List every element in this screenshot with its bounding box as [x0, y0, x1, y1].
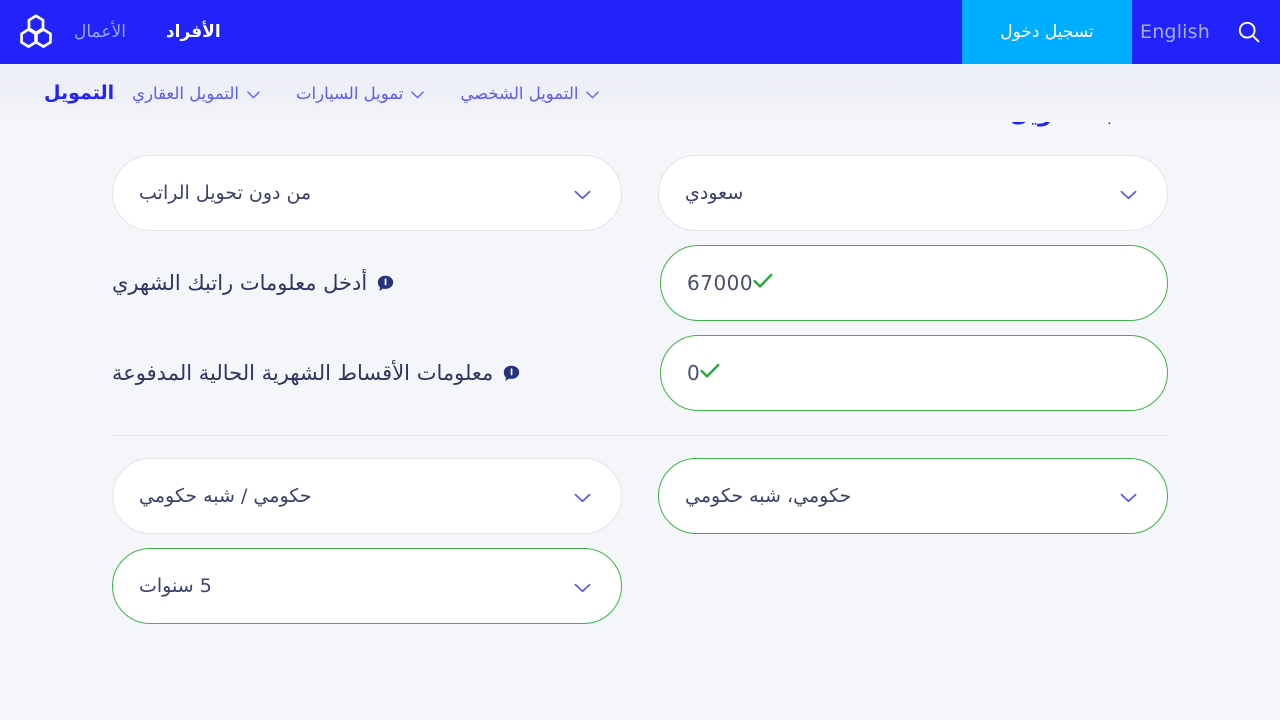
form-cell-salary-transfer: من دون تحويل الراتب	[112, 155, 622, 231]
chevron-down-icon	[574, 486, 591, 506]
subnav-item-auto-financing[interactable]: تمويل السيارات	[278, 78, 442, 109]
form-row-current-installments: معلومات الأقساط الشهرية الحالية المدفوعة…	[112, 335, 1168, 411]
section-divider	[112, 435, 1168, 436]
header-spacer	[233, 0, 962, 64]
monthly-salary-label: أدخل معلومات راتبك الشهري	[112, 271, 624, 295]
info-tooltip-icon[interactable]	[503, 365, 520, 382]
form-row-employment-nationality: من دون تحويل الراتب سعودي	[112, 155, 1168, 231]
chevron-down-icon	[574, 183, 591, 203]
employer-sector-value: حكومي / شبه حكومي	[139, 485, 312, 507]
form-cell-current-installments-input: 0	[660, 335, 1168, 411]
current-installments-input[interactable]: 0	[660, 335, 1168, 411]
form-row-financing-period: 5 سنوات	[112, 548, 1168, 624]
info-tooltip-icon[interactable]	[377, 275, 394, 292]
form-cell-nationality: سعودي	[658, 155, 1168, 231]
chevron-down-icon	[1120, 183, 1137, 203]
top-header-bar: الأفراد الأعمال تسجيل دخول English	[0, 0, 1280, 64]
al-rajhi-bank-logo[interactable]	[0, 0, 72, 64]
form-row-employer: حكومي / شبه حكومي حكومي، شبه حكومي	[112, 458, 1168, 534]
monthly-salary-input[interactable]: 67000	[660, 245, 1168, 321]
nationality-select[interactable]: سعودي	[658, 155, 1168, 231]
employer-sector-select[interactable]: حكومي / شبه حكومي	[112, 458, 622, 534]
salary-transfer-value: من دون تحويل الراتب	[139, 182, 312, 204]
financing-calculator-panel: احسب التمويل من دون تحويل الراتب سعودي	[0, 122, 1280, 720]
form-cell-financing-period: 5 سنوات	[112, 548, 622, 624]
salary-transfer-select[interactable]: من دون تحويل الراتب	[112, 155, 622, 231]
current-installments-label-text: معلومات الأقساط الشهرية الحالية المدفوعة	[112, 361, 494, 385]
monthly-salary-value: 67000	[687, 271, 754, 295]
current-installments-label: معلومات الأقساط الشهرية الحالية المدفوعة	[112, 361, 624, 385]
subnav-item-label: تمويل السيارات	[295, 83, 404, 103]
search-icon[interactable]	[1218, 0, 1280, 64]
primary-nav: الأفراد الأعمال	[72, 0, 233, 64]
subnav-item-label: التمويل الشخصي	[460, 83, 579, 103]
form-cell-monthly-salary-input: 67000	[660, 245, 1168, 321]
calculator-form: من دون تحويل الراتب سعودي أدخل معلومات ر…	[112, 155, 1168, 638]
check-icon	[700, 362, 720, 384]
employer-type-value: حكومي، شبه حكومي	[685, 485, 852, 507]
form-cell-employer-type: حكومي، شبه حكومي	[658, 458, 1168, 534]
employer-type-select[interactable]: حكومي، شبه حكومي	[658, 458, 1168, 534]
nav-item-individuals[interactable]: الأفراد	[164, 18, 223, 47]
chevron-down-icon	[411, 84, 425, 103]
language-toggle-button[interactable]: English	[1132, 0, 1218, 64]
chevron-down-icon	[247, 84, 260, 103]
check-icon	[753, 272, 773, 294]
page-title: احسب التمويل	[1010, 122, 1168, 127]
subnav-item-personal-financing[interactable]: التمويل الشخصي	[442, 78, 617, 109]
subnav-item-real-estate-financing[interactable]: التمويل العقاري	[114, 78, 278, 109]
current-installments-value: 0	[687, 361, 701, 385]
form-row-monthly-salary: أدخل معلومات راتبك الشهري 67000	[112, 245, 1168, 321]
financing-period-value: 5 سنوات	[139, 575, 212, 597]
current-installments-value-wrap: 0	[687, 361, 1137, 385]
chevron-down-icon	[574, 576, 591, 596]
chevron-down-icon	[586, 84, 600, 103]
monthly-salary-value-wrap: 67000	[687, 271, 1137, 295]
header-utility-group: تسجيل دخول English	[961, 0, 1280, 64]
chevron-down-icon	[1120, 486, 1137, 506]
subnav-item-list: التمويل العقاري تمويل السيارات التمويل ا…	[114, 78, 617, 109]
login-button[interactable]: تسجيل دخول	[961, 0, 1132, 64]
monthly-salary-label-text: أدخل معلومات راتبك الشهري	[112, 271, 368, 295]
subnav-section-title: التمويل	[44, 82, 115, 104]
nav-item-business[interactable]: الأعمال	[72, 18, 128, 47]
form-cell-employer-sector: حكومي / شبه حكومي	[112, 458, 622, 534]
secondary-nav-bar: التمويل التمويل العقاري تمويل السيارات ا…	[0, 64, 1280, 122]
financing-period-select[interactable]: 5 سنوات	[112, 548, 622, 624]
subnav-item-label: التمويل العقاري	[132, 83, 239, 103]
nationality-value: سعودي	[685, 182, 744, 204]
